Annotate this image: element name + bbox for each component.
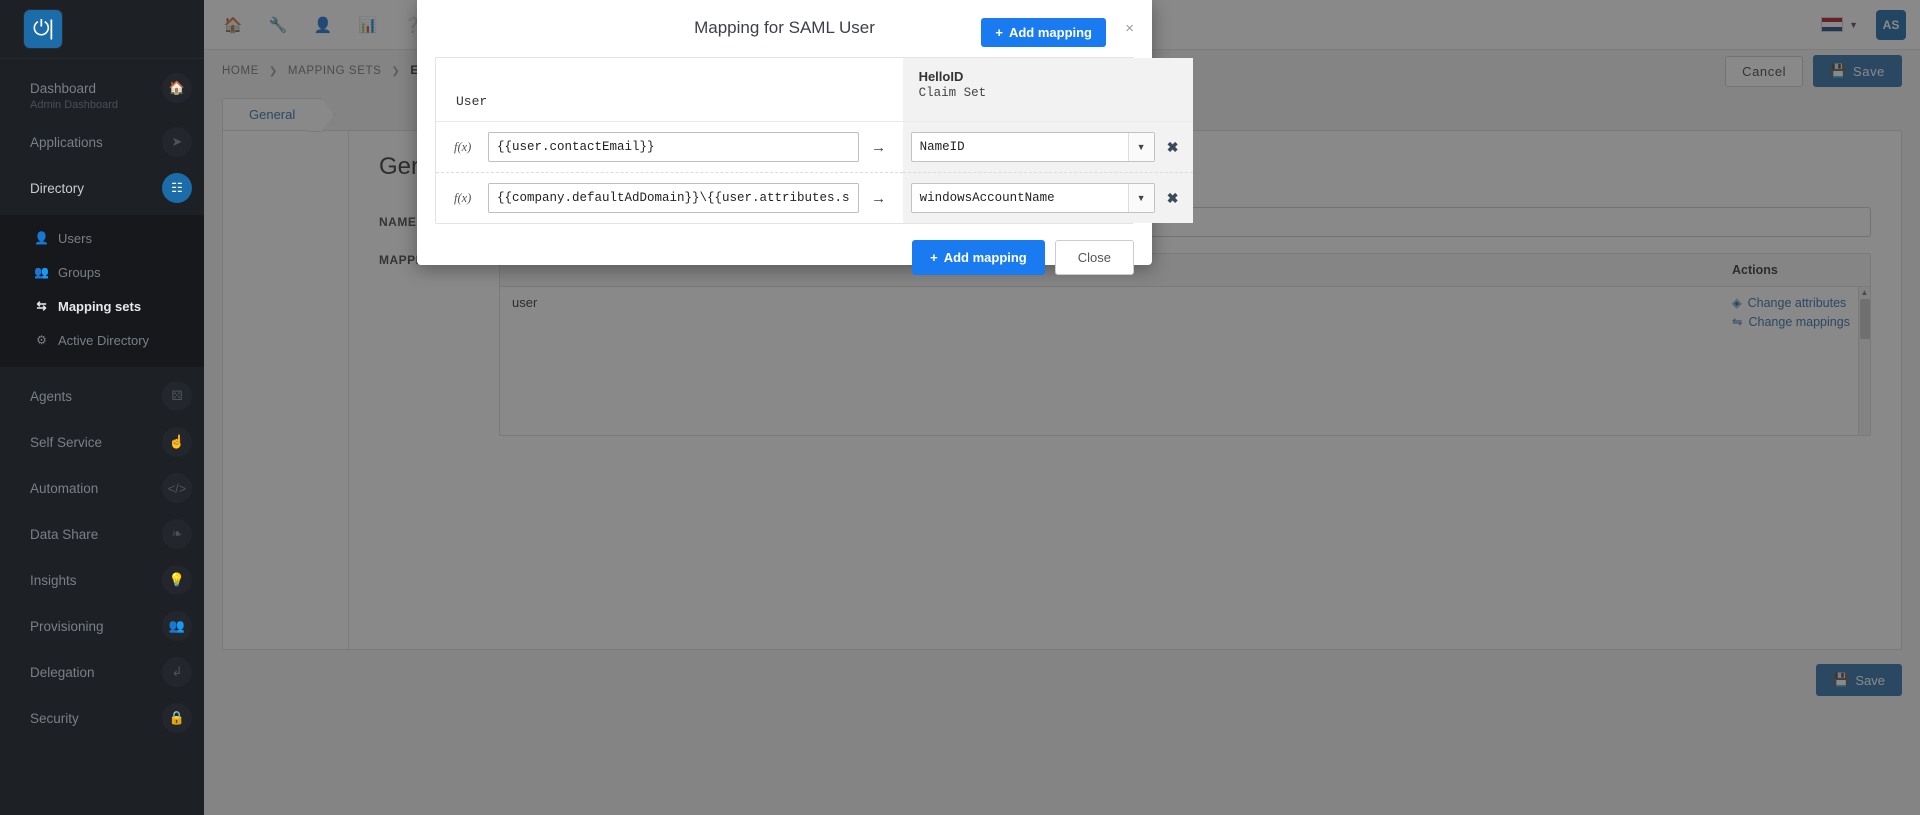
close-button[interactable]: Close — [1054, 240, 1134, 275]
sidebar-subitem-label: Active Directory — [58, 332, 150, 348]
sidebar-item-insights[interactable]: Insights ‹ 💡 — [0, 557, 204, 603]
sidebar-item-automation[interactable]: Automation ‹ </> — [0, 465, 204, 511]
close-icon[interactable]: × — [1125, 20, 1134, 37]
fx-icon: f(x) — [454, 190, 472, 205]
gear-icon: ⚙ — [36, 333, 47, 347]
footer-add-mapping-button[interactable]: + Add mapping — [912, 240, 1045, 275]
sidebar-item-label: Directory — [30, 180, 85, 196]
app-logo[interactable]: ⏻| — [24, 10, 62, 48]
modal-footer: + Add mapping Close — [417, 224, 1152, 275]
sidebar-item-security[interactable]: Security ‹ 🔒 — [0, 695, 204, 741]
agents-icon: ⚄ — [162, 381, 192, 411]
header-add-mapping-label: Add mapping — [1008, 25, 1092, 40]
sidebar-item-label: Security — [30, 710, 79, 726]
claim-select-1[interactable]: NameID ▼ — [910, 132, 1155, 162]
arrow-right-icon: → — [871, 138, 887, 156]
chevron-down-icon[interactable]: ▼ — [1127, 133, 1154, 161]
sidebar-item-users[interactable]: 👤 Users — [0, 221, 204, 255]
sidebar-item-label: Insights — [30, 572, 77, 588]
sidebar: ⏻| Dashboard 🏠 Admin Dashboard Applicati… — [0, 0, 204, 815]
sidebar-item-label: Agents — [30, 388, 73, 404]
home-icon: 🏠 — [162, 73, 192, 103]
sidebar-item-self-service[interactable]: Self Service ‹ ☝ — [0, 419, 204, 465]
sidebar-item-agents[interactable]: Agents ⚄ — [0, 373, 204, 419]
users-group-icon: 👥 — [162, 611, 192, 641]
modal-header: Mapping for SAML User + Add mapping × — [417, 0, 1152, 57]
expression-input-2[interactable]: {{company.defaultAdDomain}}\{{user.attri… — [488, 183, 859, 213]
sidebar-item-provisioning[interactable]: Provisioning ‹ 👥 — [0, 603, 204, 649]
expression-value-1: {{user.contactEmail}} — [497, 140, 655, 154]
plus-icon: + — [995, 25, 1003, 40]
sidebar-item-label: Self Service — [30, 434, 103, 450]
arrow-turn-icon: ↲ — [162, 657, 192, 687]
mapping-modal: Mapping for SAML User + Add mapping × Us… — [417, 0, 1193, 275]
sitemap-icon: ☷ — [162, 173, 192, 203]
sidebar-secondary-group: Agents ⚄ Self Service ‹ ☝ Automation ‹ <… — [0, 367, 204, 745]
expression-value-2: {{company.defaultAdDomain}}\{{user.attri… — [497, 191, 850, 205]
sidebar-subitem-label: Groups — [58, 264, 101, 280]
mapping-grid-left-header: User — [436, 58, 903, 122]
right-header-title: HelloID — [918, 69, 964, 84]
sidebar-subitem-label: Mapping sets — [58, 298, 142, 314]
code-icon: </> — [162, 473, 192, 503]
sidebar-item-mapping-sets[interactable]: ⇆ Mapping sets — [0, 289, 204, 323]
mapping-row-target-2: windowsAccountName ▼ ✖ — [902, 173, 1193, 223]
remove-mapping-icon-2[interactable]: ✖ — [1165, 190, 1181, 207]
sidebar-item-delegation[interactable]: Delegation ‹ ↲ — [0, 649, 204, 695]
chevron-down-icon[interactable]: ▼ — [1127, 184, 1154, 212]
sidebar-item-label: Data Share — [30, 526, 99, 542]
sidebar-item-label: Delegation — [30, 664, 95, 680]
sidebar-item-data-share[interactable]: Data Share ❧ — [0, 511, 204, 557]
header-add-mapping-button[interactable]: + Add mapping — [981, 18, 1106, 47]
power-icon: ⏻| — [32, 17, 54, 40]
sidebar-item-label: Provisioning — [30, 618, 104, 634]
share-icon: ❧ — [162, 519, 192, 549]
sidebar-item-label: Automation — [30, 480, 99, 496]
sidebar-item-directory[interactable]: Directory ∨ ☷ — [0, 165, 204, 211]
left-header-label: User — [456, 94, 488, 109]
exchange-icon: ⇆ — [36, 299, 47, 313]
sidebar-item-dashboard[interactable]: Dashboard 🏠 — [0, 65, 204, 111]
app-root: ⏻| Dashboard 🏠 Admin Dashboard Applicati… — [0, 0, 1920, 815]
sidebar-item-label: Applications — [30, 134, 103, 150]
arrow-right-icon: → — [871, 189, 887, 207]
sidebar-primary-group: Dashboard 🏠 Admin Dashboard Applications… — [0, 59, 204, 215]
fx-icon: f(x) — [454, 139, 472, 154]
sidebar-item-groups[interactable]: 👥 Groups — [0, 255, 204, 289]
expression-input-1[interactable]: {{user.contactEmail}} — [488, 132, 859, 162]
mapping-row-target-1: NameID ▼ ✖ — [902, 122, 1193, 173]
claim-value-1: NameID — [919, 140, 965, 154]
lock-icon: 🔒 — [162, 703, 192, 733]
remove-mapping-icon-1[interactable]: ✖ — [1165, 139, 1181, 156]
claim-value-2: windowsAccountName — [919, 191, 1055, 205]
bulb-icon: 💡 — [162, 565, 192, 595]
users-icon: 👥 — [34, 265, 49, 279]
footer-add-mapping-label: Add mapping — [943, 250, 1027, 265]
mapping-row-source-2: f(x) {{company.defaultAdDomain}}\{{user.… — [436, 173, 903, 223]
mapping-grid-right-header: HelloID Claim Set — [902, 58, 1193, 122]
user-icon: 👤 — [34, 231, 49, 245]
claim-select-2[interactable]: windowsAccountName ▼ — [910, 183, 1155, 213]
mapping-row-source-1: f(x) {{user.contactEmail}} → — [436, 122, 903, 173]
left-header-spacer — [456, 74, 903, 94]
logo-area[interactable]: ⏻| — [0, 0, 204, 58]
rocket-icon: ➤ — [162, 127, 192, 157]
mapping-grid: User HelloID Claim Set f(x) {{user.conta… — [435, 57, 1193, 224]
sidebar-subitem-label: Users — [58, 230, 92, 246]
sidebar-directory-submenu: 👤 Users 👥 Groups ⇆ Mapping sets ⚙ Active… — [0, 215, 204, 367]
right-header-sub: Claim Set — [918, 86, 987, 100]
sidebar-item-applications[interactable]: Applications ‹ ➤ — [0, 119, 204, 165]
plus-icon: + — [930, 250, 938, 265]
hand-icon: ☝ — [162, 427, 192, 457]
sidebar-item-active-directory[interactable]: ⚙ Active Directory — [0, 323, 204, 357]
